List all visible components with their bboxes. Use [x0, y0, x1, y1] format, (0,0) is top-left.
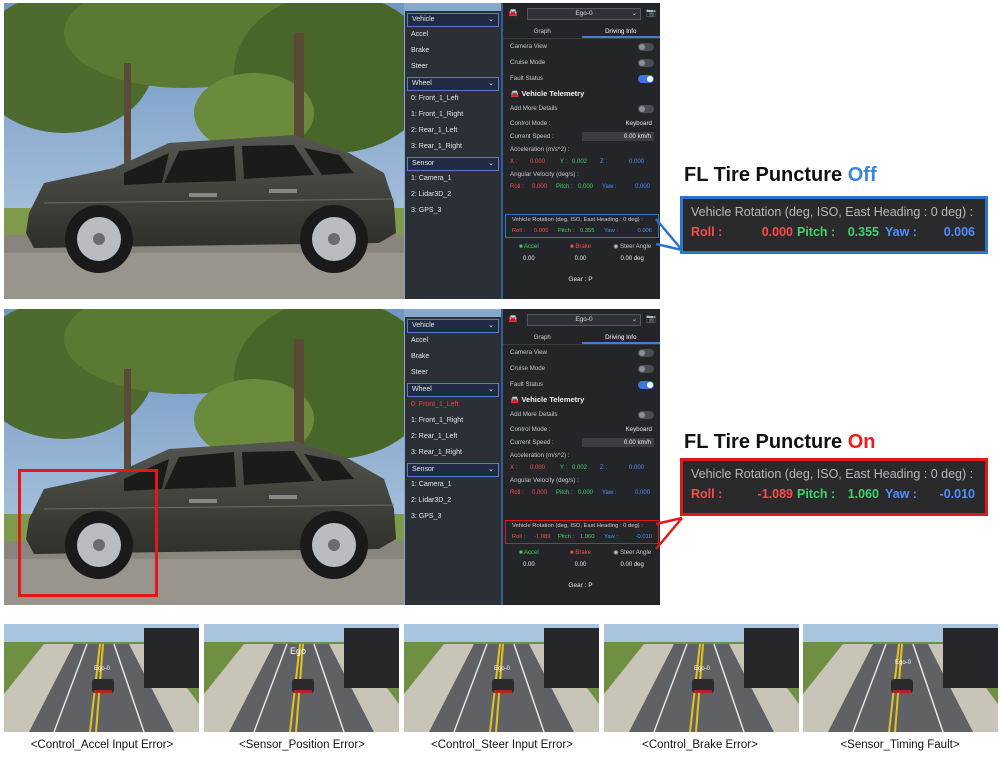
- thumbnail-steer-error: Ego-0: [404, 624, 599, 732]
- caption-accel-error: <Control_Accel Input Error>: [30, 739, 174, 751]
- thumbnail-brake-error: Ego-0: [604, 624, 799, 732]
- caption-timing-fault: <Sensor_Timing Fault>: [840, 739, 960, 751]
- thumbnail-position-error: Ego: [204, 624, 399, 732]
- caption-position-error: <Sensor_Position Error>: [239, 739, 365, 751]
- callout-title-on: FL Tire Puncture On: [684, 431, 876, 453]
- thumbnail-timing-fault: Ego-0: [803, 624, 998, 732]
- zoomed-rotation-off: Vehicle Rotation (deg, ISO, East Heading…: [680, 196, 988, 254]
- callout-title-off: FL Tire Puncture Off: [684, 164, 877, 186]
- caption-brake-error: <Control_Brake Error>: [642, 739, 758, 751]
- thumbnail-accel-error: Ego-0: [4, 624, 199, 732]
- zoomed-rotation-on: Vehicle Rotation (deg, ISO, East Heading…: [680, 458, 988, 516]
- caption-steer-error: <Control_Steer Input Error>: [431, 739, 573, 751]
